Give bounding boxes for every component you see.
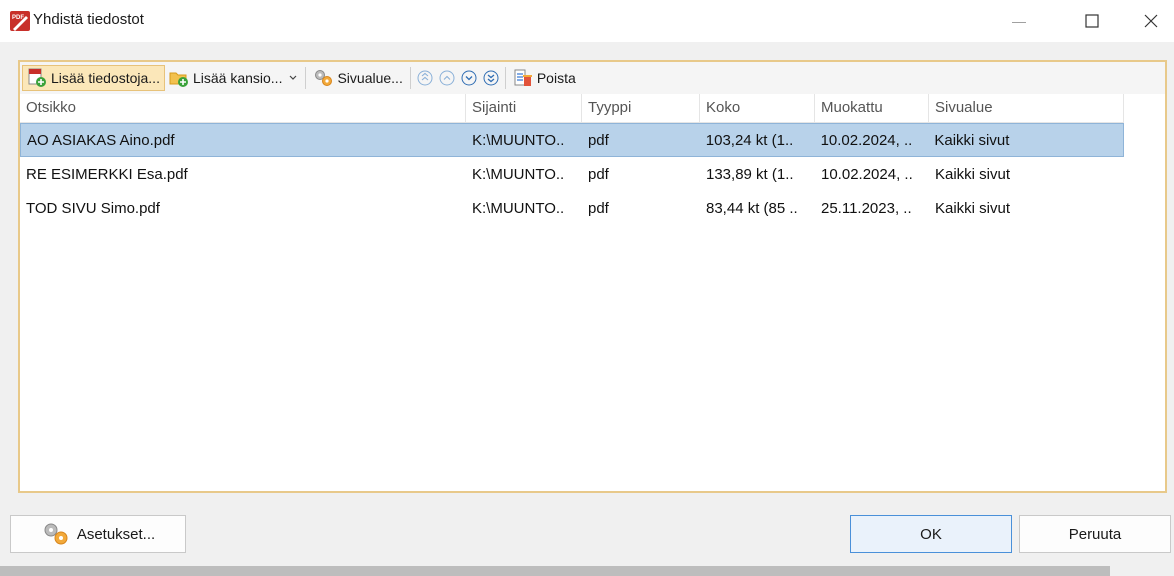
add-folder-label: Lisää kansio... — [192, 70, 283, 86]
column-header-modified[interactable]: Muokattu — [815, 94, 929, 122]
cell-modified: 25.11.2023, .. — [821, 199, 912, 217]
page-range-label: Sivualue... — [337, 70, 403, 86]
table-row[interactable]: RE ESIMERKKI Esa.pdf K:\MUUNTO.. pdf 133… — [20, 157, 1124, 191]
settings-label: Asetukset... — [76, 525, 156, 543]
cell-size: 103,24 kt (1.. — [705, 131, 794, 149]
gears-icon — [44, 523, 68, 545]
window-edge — [0, 566, 1110, 576]
minimize-button[interactable]: — — [996, 0, 1042, 42]
toolbar-separator — [409, 67, 411, 89]
ok-button[interactable]: OK — [850, 515, 1012, 553]
cell-title: AO ASIAKAS Aino.pdf — [27, 131, 175, 149]
cell-page-range: Kaikki sivut — [935, 199, 1011, 217]
remove-list-icon — [514, 69, 532, 86]
add-files-button[interactable]: Lisää tiedostoja... — [22, 65, 165, 91]
cell-location: K:\MUUNTO.. — [472, 165, 565, 183]
move-up-icon[interactable] — [439, 70, 455, 86]
cell-title: TOD SIVU Simo.pdf — [26, 199, 160, 217]
file-list: AO ASIAKAS Aino.pdf K:\MUUNTO.. pdf 103,… — [20, 123, 1124, 225]
cell-location: K:\MUUNTO.. — [472, 199, 565, 217]
remove-button[interactable]: Poista — [509, 65, 580, 91]
table-row[interactable]: TOD SIVU Simo.pdf K:\MUUNTO.. pdf 83,44 … — [20, 191, 1124, 225]
column-header-location[interactable]: Sijainti — [466, 94, 582, 122]
window-title: Yhdistä tiedostot — [33, 11, 144, 28]
maximize-icon — [1085, 14, 1099, 28]
ok-label: OK — [920, 525, 942, 543]
cell-modified: 10.02.2024, .. — [821, 165, 913, 183]
cancel-button[interactable]: Peruuta — [1019, 515, 1171, 553]
cell-size: 83,44 kt (85 .. — [706, 199, 798, 217]
toolbar-separator — [504, 67, 506, 89]
column-header-page-range[interactable]: Sivualue — [929, 94, 1124, 122]
cell-type: pdf — [587, 131, 609, 149]
add-folder-button[interactable]: Lisää kansio... — [165, 65, 303, 91]
column-header-type[interactable]: Tyyppi — [582, 94, 700, 122]
cell-size: 133,89 kt (1.. — [706, 165, 794, 183]
cell-type: pdf — [588, 199, 609, 217]
gears-icon — [315, 70, 333, 86]
remove-label: Poista — [536, 70, 576, 86]
maximize-button[interactable] — [1069, 0, 1115, 42]
column-header-title[interactable]: Otsikko — [20, 94, 466, 122]
column-header-size[interactable]: Koko — [700, 94, 815, 122]
toolbar: Lisää tiedostoja... Lisää kansio... Sivu… — [20, 62, 1165, 94]
move-to-bottom-icon[interactable] — [483, 70, 499, 86]
title-bar: PDF Yhdistä tiedostot — — [0, 0, 1174, 42]
cell-type: pdf — [588, 165, 609, 183]
add-folder-icon — [169, 72, 188, 87]
cell-page-range: Kaikki sivut — [935, 165, 1011, 183]
table-row[interactable]: AO ASIAKAS Aino.pdf K:\MUUNTO.. pdf 103,… — [20, 123, 1124, 157]
cell-title: RE ESIMERKKI Esa.pdf — [26, 165, 188, 183]
cell-page-range: Kaikki sivut — [934, 131, 1010, 149]
chevron-down-icon[interactable] — [288, 73, 298, 83]
cancel-label: Peruuta — [1068, 525, 1122, 543]
move-down-icon[interactable] — [461, 70, 477, 86]
close-icon — [1144, 14, 1158, 28]
pdf-app-icon: PDF — [10, 11, 30, 31]
add-files-label: Lisää tiedostoja... — [51, 70, 160, 86]
page-range-button[interactable]: Sivualue... — [309, 65, 406, 91]
move-to-top-icon[interactable] — [417, 70, 433, 86]
add-pdf-file-icon — [28, 68, 46, 87]
minimize-icon: — — [1012, 13, 1026, 29]
cell-location: K:\MUUNTO.. — [472, 131, 565, 149]
cell-modified: 10.02.2024, .. — [820, 131, 913, 149]
toolbar-separator — [305, 67, 307, 89]
close-button[interactable] — [1128, 0, 1174, 42]
settings-button[interactable]: Asetukset... — [10, 515, 186, 553]
file-list-panel: Lisää tiedostoja... Lisää kansio... Sivu… — [18, 60, 1167, 493]
table-header: Otsikko Sijainti Tyyppi Koko Muokattu Si… — [20, 94, 1124, 123]
